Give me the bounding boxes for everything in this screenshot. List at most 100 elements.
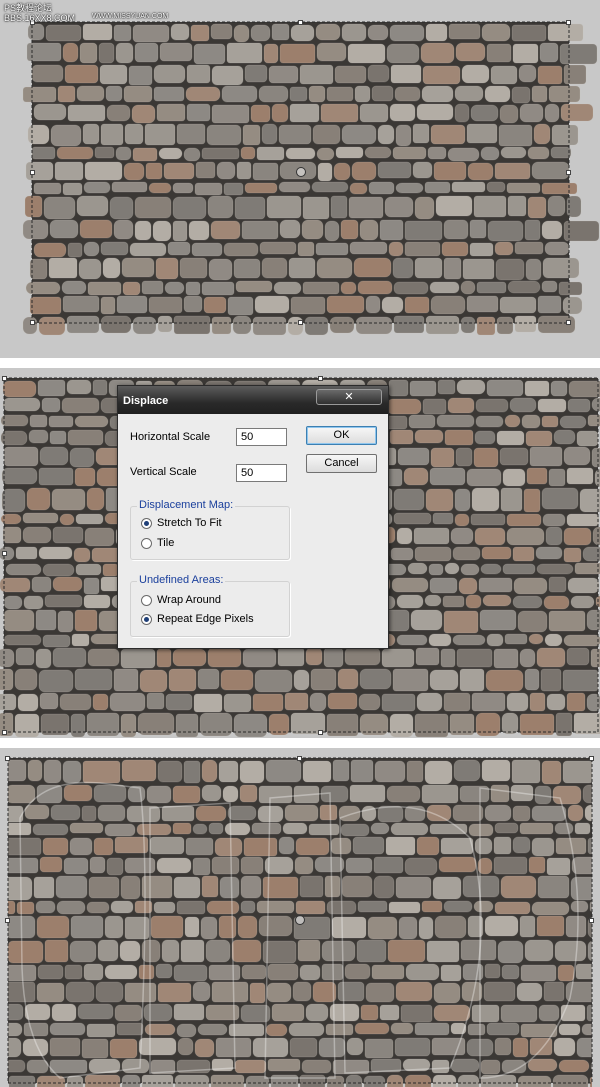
vertical-scale-input[interactable] [236,464,287,482]
stone [531,805,567,822]
stone [265,759,302,783]
transform-handle[interactable] [5,918,10,923]
stone [555,712,573,737]
stone [456,648,493,668]
radio-button-icon[interactable] [141,595,152,606]
transform-handle[interactable] [589,918,594,923]
stone [490,784,510,803]
stone [156,103,186,122]
stone [550,146,572,159]
stone [531,85,548,103]
stone [462,258,495,280]
transform-handle[interactable] [30,170,35,175]
transform-handle[interactable] [30,320,35,325]
stone [73,547,91,563]
transform-handle[interactable] [318,730,323,735]
transform-center-icon[interactable] [296,167,306,177]
stone [388,901,421,914]
stone [67,104,106,122]
stone [51,1003,77,1022]
stone [364,1038,394,1059]
stone [448,23,481,40]
stone [507,280,541,294]
cancel-button[interactable]: Cancel [306,454,377,473]
stone [173,876,201,899]
stone [167,241,191,256]
transform-handle[interactable] [318,376,323,381]
radio-button-icon[interactable] [141,614,152,625]
stone [271,1003,305,1022]
transform-handle[interactable] [2,376,7,381]
stone [389,713,414,738]
stone [29,258,48,280]
stone [206,124,242,146]
stone [215,1037,252,1058]
transform-handle[interactable] [566,170,571,175]
stone [392,257,414,279]
stone [316,147,335,161]
horizontal-scale-input[interactable] [236,428,287,446]
watermark-site: WWW.MISSYUAN.COM [92,12,168,22]
stone [214,837,243,857]
stone [416,836,440,856]
stone [558,1059,590,1073]
stone [295,837,330,856]
stone [57,85,76,103]
transform-handle[interactable] [566,20,571,25]
stone [409,380,437,397]
stone [326,295,365,314]
stone [120,713,137,738]
transform-handle[interactable] [298,20,303,25]
stone [317,162,333,182]
stone [226,42,263,64]
transform-handle[interactable] [566,320,571,325]
transform-handle[interactable] [298,320,303,325]
stone [592,526,600,546]
stone [67,242,83,258]
stone [466,295,499,313]
transform-handle[interactable] [5,756,10,761]
stone [1,488,26,513]
stone [396,634,428,646]
stone [38,546,73,560]
stone [386,398,422,415]
stone [8,981,36,1003]
transform-handle[interactable] [2,551,7,556]
radio-button-icon[interactable] [141,518,152,529]
stone [333,162,351,181]
stone [3,634,42,646]
stone [367,64,390,83]
stone [541,182,578,195]
stone [104,915,124,939]
stone [41,397,61,413]
stone [374,760,406,783]
stone-layer [22,22,600,336]
stone [396,594,424,609]
stone [52,576,83,592]
stone [159,42,193,62]
stone [438,856,477,873]
stone [562,669,599,692]
cancel-button-label: Cancel [324,457,359,469]
stone [345,857,373,874]
transform-handle[interactable] [589,756,594,761]
transform-handle[interactable] [297,756,302,761]
stone [119,940,141,962]
stone [62,760,82,784]
stone [102,563,119,577]
stone [109,196,134,220]
stone [44,939,69,963]
transform-handle[interactable] [2,730,7,735]
transform-center-icon[interactable] [295,915,305,925]
ok-button[interactable]: OK [306,426,377,445]
dialog-titlebar[interactable]: Displace ✕ [118,386,388,414]
stone [327,692,358,710]
stone [152,220,172,242]
stone [302,281,340,295]
close-button[interactable]: ✕ [316,389,382,405]
radio-button-icon[interactable] [141,538,152,549]
stone [183,295,203,313]
stone [541,220,563,240]
stone [506,527,545,546]
stone [268,65,299,84]
